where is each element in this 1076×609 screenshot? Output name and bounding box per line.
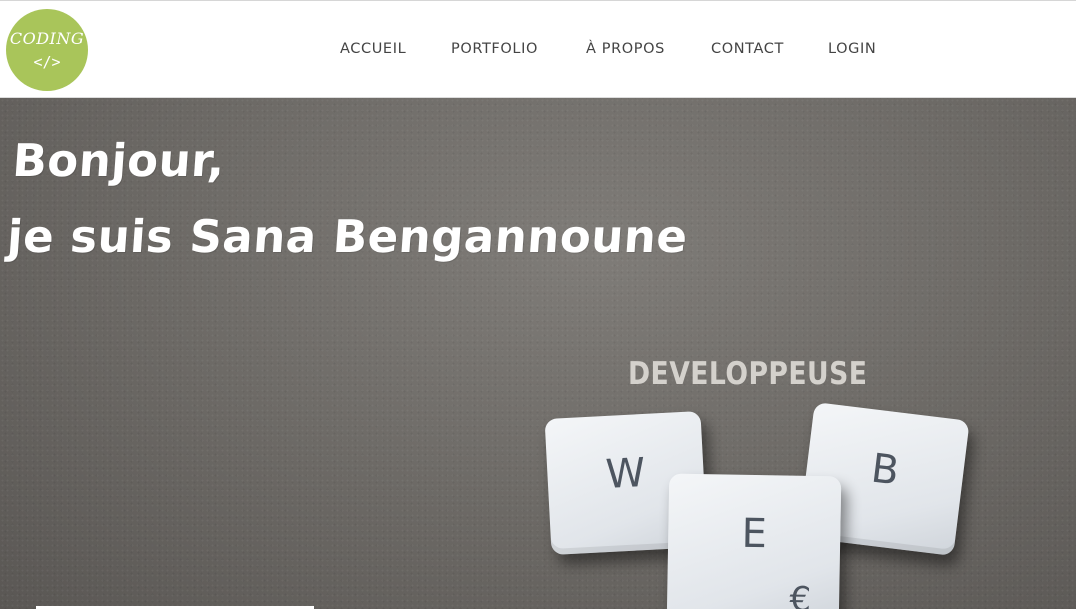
hero-intro: je suis Sana Bengannoune [5, 210, 690, 263]
logo[interactable]: CODING </> [6, 9, 88, 91]
keyboard-tile-e: E € [666, 473, 842, 609]
nav-item-a-propos[interactable]: À PROPOS [586, 41, 665, 57]
nav-item-login[interactable]: LOGIN [828, 41, 876, 57]
hero-title: Bonjour, je suis Sana Bengannoune [5, 123, 696, 275]
hero-subtitle: DEVELOPPEUSE [628, 356, 868, 392]
page: CODING </> ACCUEIL PORTFOLIO À PROPOS CO… [0, 0, 1076, 609]
nav-item-portfolio[interactable]: PORTFOLIO [451, 41, 538, 57]
euro-icon: € [789, 579, 812, 609]
tile-letter: E [741, 510, 768, 558]
hero-greeting: Bonjour, [10, 134, 227, 187]
nav-item-contact[interactable]: CONTACT [711, 41, 784, 57]
site-header: CODING </> ACCUEIL PORTFOLIO À PROPOS CO… [0, 1, 1076, 98]
code-icon: </> [33, 53, 61, 71]
nav-item-accueil[interactable]: ACCUEIL [340, 41, 406, 57]
logo-text: CODING [9, 29, 85, 48]
hero-banner: Bonjour, je suis Sana Bengannoune DEVELO… [0, 98, 1076, 609]
